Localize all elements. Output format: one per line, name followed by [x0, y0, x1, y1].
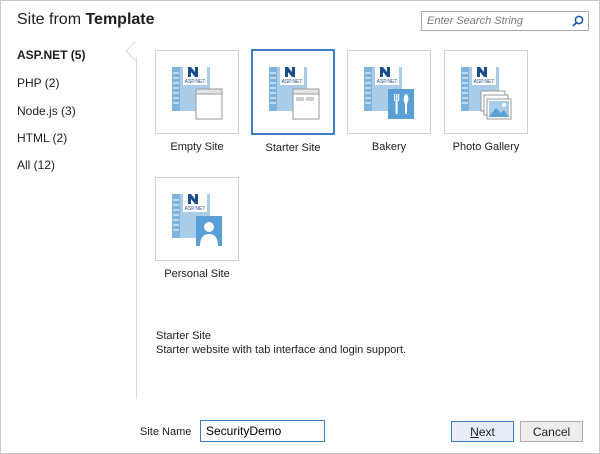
template-thumbnail: ASP.NET	[444, 50, 528, 134]
category-all[interactable]: All (12)	[17, 158, 55, 172]
svg-text:ASP.NET: ASP.NET	[377, 79, 398, 85]
template-thumbnail: ASP.NET	[347, 50, 431, 134]
dialog-title-prefix: Site from	[17, 11, 82, 28]
photo-gallery-icon: ASP.NET	[461, 63, 512, 120]
site-name-input[interactable]	[200, 420, 325, 442]
template-personal-site[interactable]: ASP.NET Personal Site	[155, 177, 239, 280]
cancel-button-label: Cancel	[532, 424, 571, 439]
next-button-label: Next	[470, 424, 495, 439]
search-button[interactable]	[568, 12, 588, 30]
bakery-icon: ASP.NET	[364, 63, 414, 119]
svg-text:ASP.NET: ASP.NET	[282, 79, 303, 85]
description-text: Starter website with tab interface and l…	[156, 344, 407, 356]
starter-site-icon: ASP.NET	[269, 63, 320, 120]
template-label: Bakery	[371, 141, 407, 153]
template-thumbnail: ASP.NET	[155, 50, 239, 134]
template-description: Starter Site Starter website with tab in…	[156, 329, 406, 357]
template-photo-gallery[interactable]: ASP.NET Photo Gallery	[444, 50, 528, 153]
personal-site-icon: ASP.NET	[172, 190, 222, 246]
next-button[interactable]: Next	[451, 421, 514, 442]
template-label: Starter Site	[265, 142, 321, 154]
svg-text:ASP.NET: ASP.NET	[185, 206, 206, 212]
category-html[interactable]: HTML (2)	[17, 131, 67, 145]
site-name-label: Site Name	[140, 426, 192, 438]
site-from-template-dialog: Site from Template ASP.NET (5) PHP (2) N…	[0, 0, 600, 454]
category-aspnet[interactable]: ASP.NET (5)	[17, 48, 85, 62]
template-empty-site[interactable]: ASP.NET Empty Site	[155, 50, 239, 153]
search-box[interactable]	[421, 11, 589, 31]
empty-site-icon: ASP.NET	[172, 63, 223, 120]
template-thumbnail: ASP.NET	[155, 177, 239, 261]
dialog-title: Site from Template	[17, 11, 155, 29]
svg-text:ASP.NET: ASP.NET	[474, 79, 495, 85]
svg-text:ASP.NET: ASP.NET	[185, 79, 206, 85]
cancel-button[interactable]: Cancel	[520, 421, 583, 442]
template-thumbnail: ASP.NET	[251, 49, 335, 135]
template-label: Empty Site	[170, 141, 224, 153]
template-starter-site[interactable]: ASP.NET Starter Site	[251, 49, 335, 154]
template-label: Photo Gallery	[452, 141, 520, 153]
sidebar-divider	[136, 57, 137, 399]
category-php[interactable]: PHP (2)	[17, 76, 59, 90]
template-bakery[interactable]: ASP.NET Bakery	[347, 50, 431, 153]
template-label: Personal Site	[164, 268, 230, 280]
description-title: Starter Site	[156, 330, 212, 342]
search-icon	[572, 15, 584, 27]
search-input[interactable]	[422, 12, 568, 30]
dialog-title-bold: Template	[85, 11, 155, 28]
category-nodejs[interactable]: Node.js (3)	[17, 104, 76, 118]
